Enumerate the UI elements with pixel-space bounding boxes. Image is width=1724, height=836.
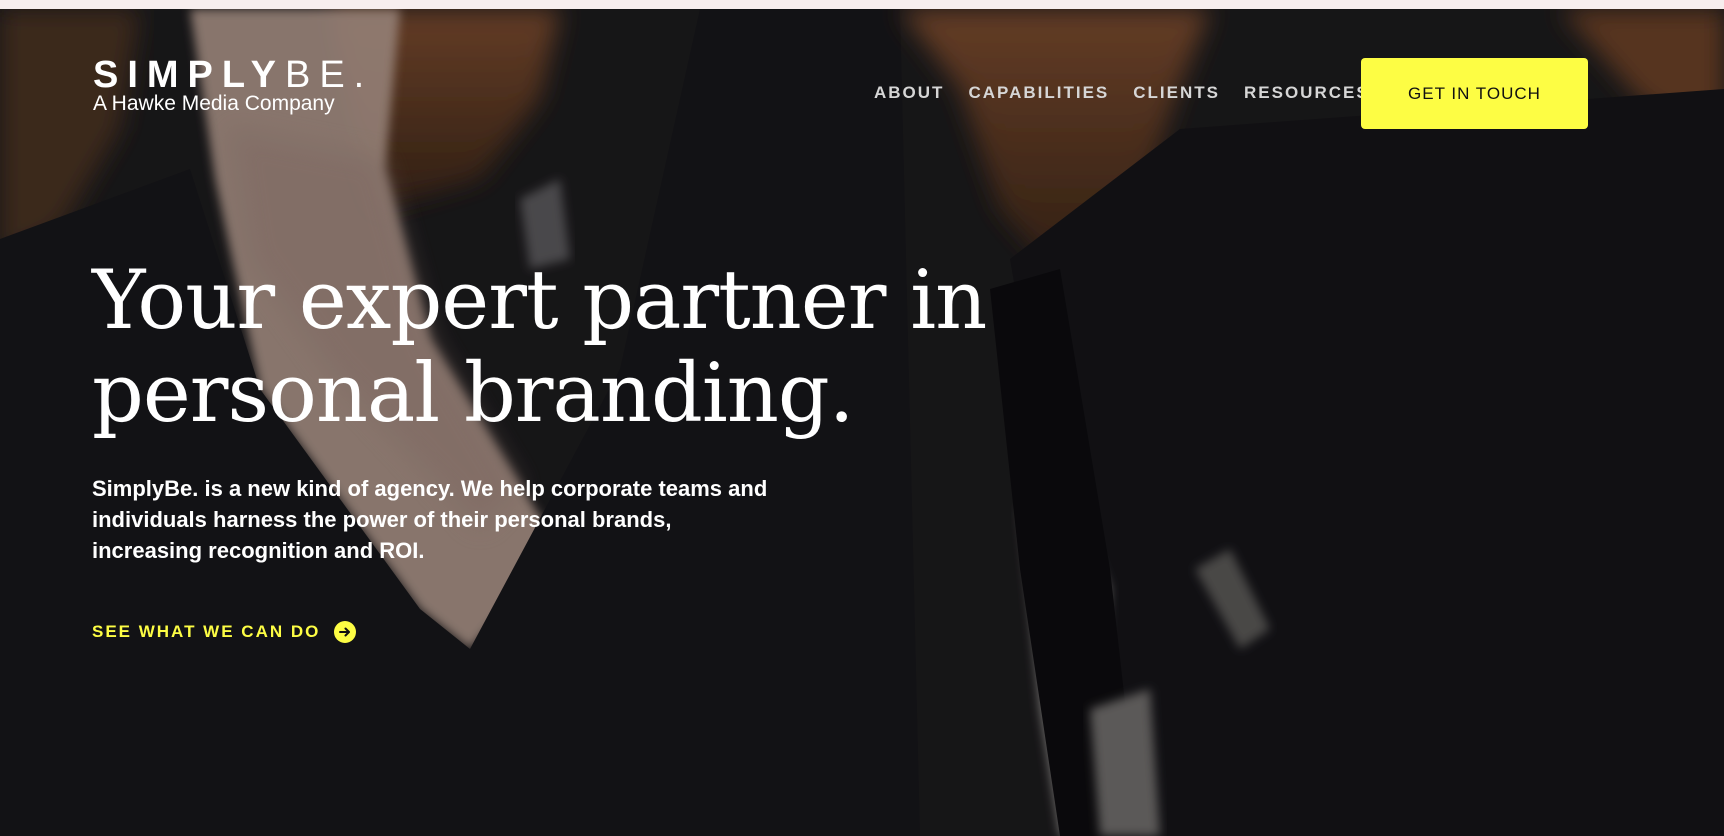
hero-description-line-1: SimplyBe. is a new kind of agency. We he… [92,476,768,501]
arrow-right-circle-icon [334,621,357,643]
nav-item-about[interactable]: ABOUT [874,83,944,103]
see-what-we-can-do-label: SEE WHAT WE CAN DO [92,622,321,641]
logo-wordmark: SIMPLYBE. [93,54,374,96]
hero-headline: Your expert partner in personal branding… [92,255,992,441]
hero-description-line-2: individuals harness the power of their p… [92,507,672,532]
hero-section: SIMPLYBE. A Hawke Media Company ABOUT CA… [0,9,1724,836]
get-in-touch-button[interactable]: GET IN TOUCH [1361,58,1588,129]
hero-headline-line-2: personal branding. [92,347,855,441]
logo-tagline: A Hawke Media Company [93,92,335,115]
see-what-we-can-do-link[interactable]: SEE WHAT WE CAN DO [92,621,357,643]
nav-item-capabilities[interactable]: CAPABILITIES [968,83,1109,103]
hero-description-line-3: increasing recognition and ROI. [92,538,425,563]
hero-headline-line-1: Your expert partner in [92,254,987,348]
nav-item-resources[interactable]: RESOURCES [1244,83,1370,103]
main-nav: ABOUT CAPABILITIES CLIENTS RESOURCES [874,83,1394,103]
nav-item-clients[interactable]: CLIENTS [1133,83,1220,103]
hero-description: SimplyBe. is a new kind of agency. We he… [92,473,792,566]
logo[interactable]: SIMPLYBE. A Hawke Media Company [93,53,373,115]
